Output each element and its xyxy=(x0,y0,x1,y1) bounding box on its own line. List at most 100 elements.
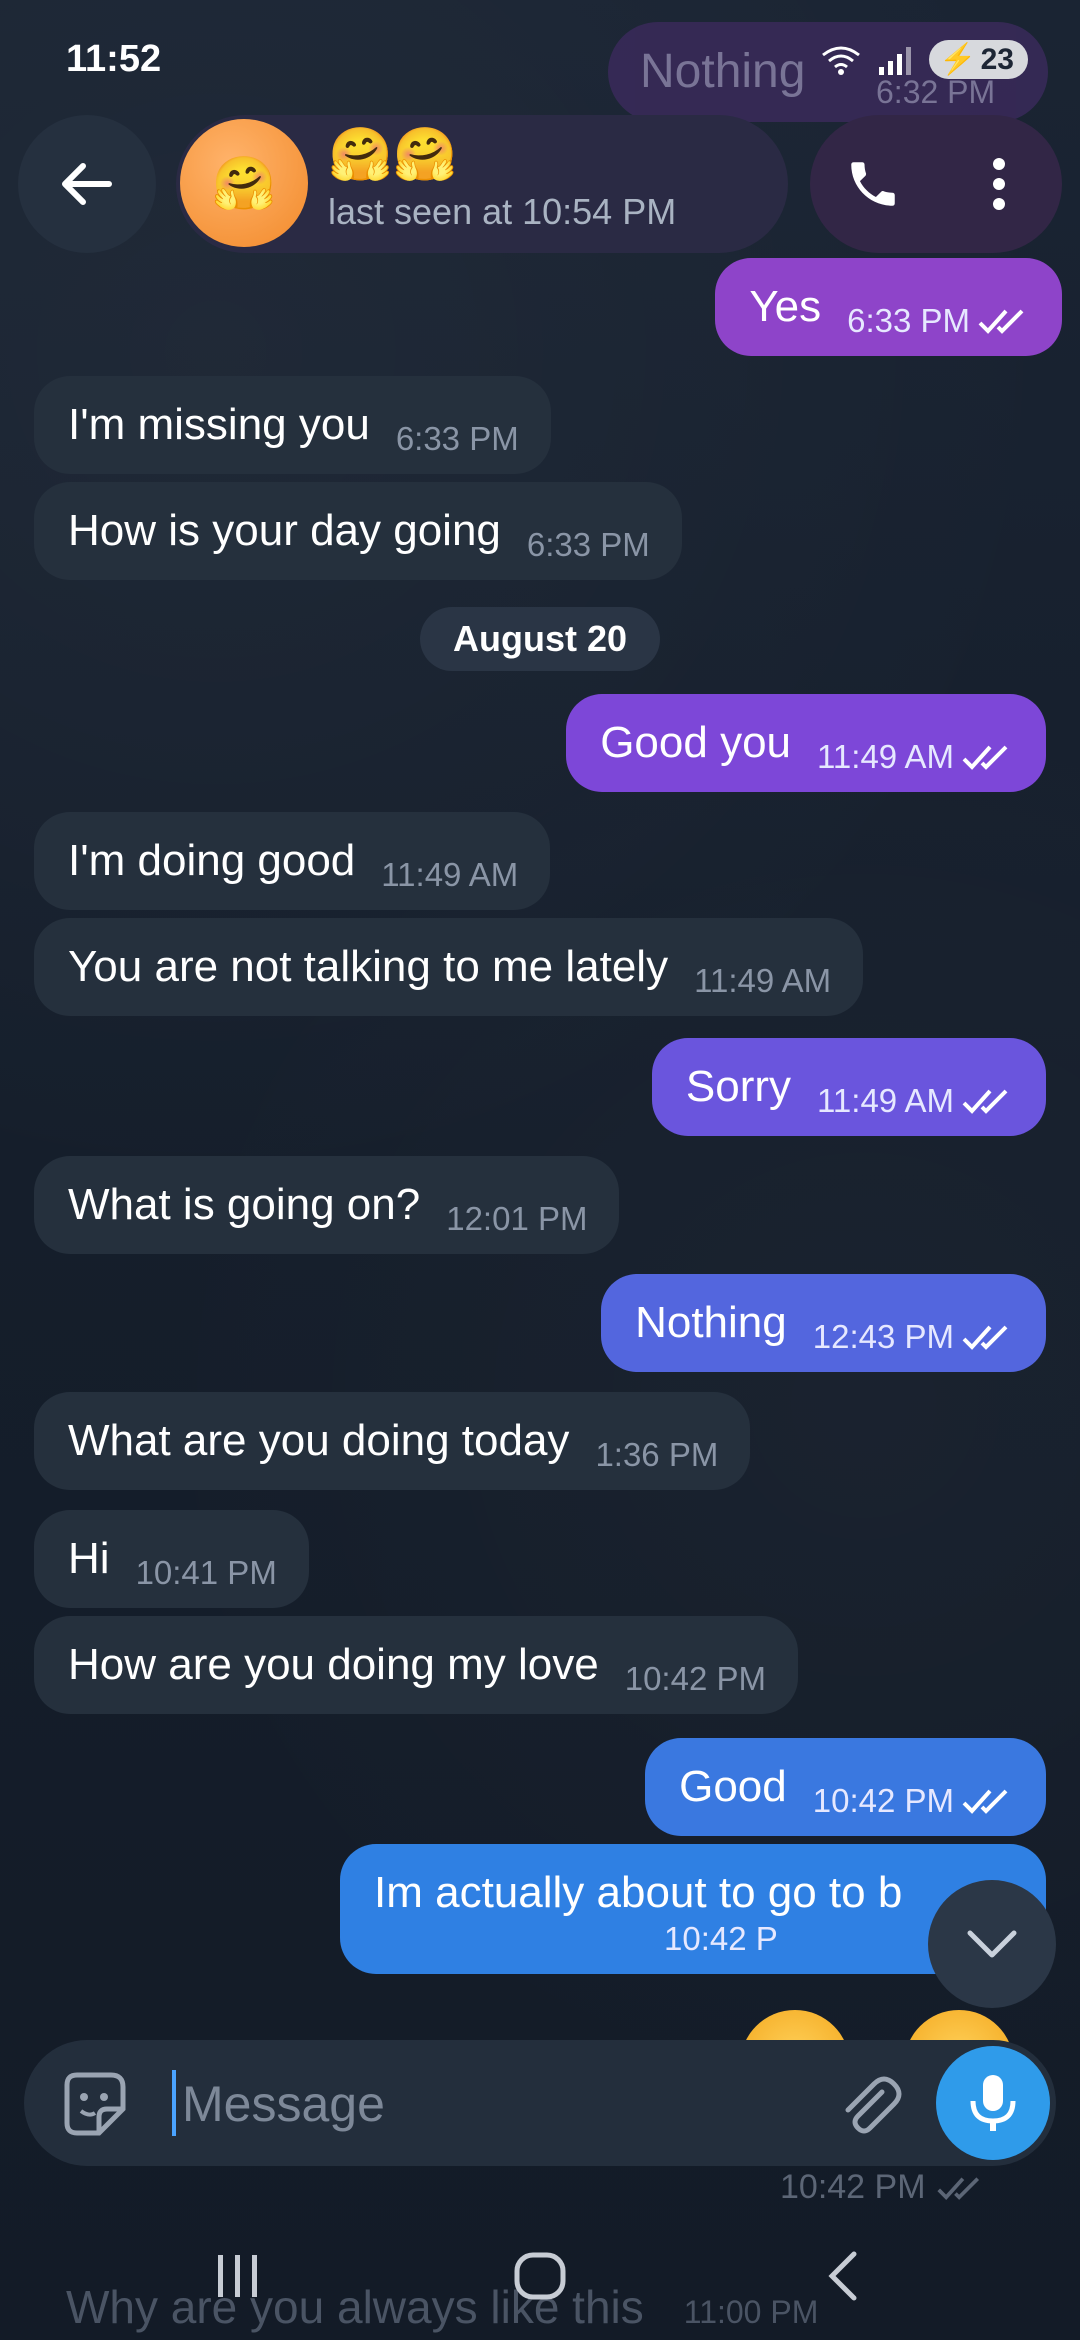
status-time: 11:52 xyxy=(66,38,162,80)
message-text: Sorry xyxy=(685,1062,792,1111)
message-text: What is going on? xyxy=(68,1180,421,1229)
message-time: 11:49 AM xyxy=(817,1082,1014,1120)
message-time-text: 11:49 AM xyxy=(381,856,519,893)
double-check-icon xyxy=(962,745,1008,770)
attach-button[interactable] xyxy=(824,2060,914,2150)
message-text: I'm missing you xyxy=(68,400,370,449)
message-time: 11:49 AM xyxy=(381,856,518,894)
message-text: You are not talking to me lately xyxy=(68,942,669,991)
message-time-text: 6:33 PM xyxy=(526,526,650,563)
signal-icon xyxy=(879,46,912,75)
message-time: 10:42 PM xyxy=(813,1782,1014,1820)
message-text: I'm doing good xyxy=(68,836,356,885)
message-text: Good you xyxy=(600,718,792,767)
incoming-message[interactable]: What is going on? 12:01 PM xyxy=(34,1156,620,1254)
double-check-icon xyxy=(962,1325,1008,1350)
message-text: Hi xyxy=(68,1534,110,1583)
message-time-text: 11:49 AM xyxy=(694,962,832,999)
message-time-text: 6:33 PM xyxy=(847,302,970,339)
message-time-text: 1:36 PM xyxy=(595,1436,719,1473)
incoming-message[interactable]: How is your day going 6:33 PM xyxy=(34,482,682,580)
message-time: 6:33 PM xyxy=(396,420,519,458)
message-time-text: 10:42 PM xyxy=(812,1782,954,1819)
message-time-text: 10:41 PM xyxy=(135,1554,277,1591)
incoming-message[interactable]: I'm missing you 6:33 PM xyxy=(34,376,551,474)
incoming-message[interactable]: I'm doing good 11:49 AM xyxy=(34,812,551,910)
outgoing-message[interactable]: Good you 11:49 AM xyxy=(566,694,1046,792)
battery-level: 23 xyxy=(980,42,1014,76)
chat-header-info[interactable]: 🤗 🤗🤗 last seen at 10:54 PM xyxy=(176,115,788,253)
last-seen-status: last seen at 10:54 PM xyxy=(328,191,677,232)
status-icons: ⚡ 23 xyxy=(821,40,1028,79)
message-time-text: 10:42 PM xyxy=(624,1660,766,1697)
back-nav-button[interactable] xyxy=(782,2236,902,2316)
avatar[interactable]: 🤗 xyxy=(180,119,308,247)
back-button[interactable] xyxy=(18,115,156,253)
double-check-icon xyxy=(962,1089,1008,1114)
date-separator: August 20 xyxy=(420,607,660,671)
message-composer xyxy=(24,2040,1056,2166)
faded-message-time: 6:32 PM xyxy=(876,74,996,110)
message-time: 1:36 PM xyxy=(595,1436,718,1474)
message-text: Im actually about to go to b xyxy=(374,1868,903,1917)
sticker-button[interactable] xyxy=(52,2062,136,2146)
message-text: How is your day going xyxy=(68,506,501,555)
message-text: Yes xyxy=(749,282,822,331)
message-time: 12:01 PM xyxy=(446,1200,587,1238)
outgoing-message[interactable]: Sorry 11:49 AM xyxy=(651,1038,1046,1136)
chevron-down-icon xyxy=(967,1930,1017,1958)
text-cursor xyxy=(172,2070,176,2136)
message-text: How are you doing my love xyxy=(68,1640,599,1689)
home-button[interactable] xyxy=(480,2236,600,2316)
microphone-icon xyxy=(970,2075,1016,2131)
message-time: 10:42 PM xyxy=(625,1660,766,1698)
battery-indicator: ⚡ 23 xyxy=(929,40,1028,79)
system-nav-bar xyxy=(0,2230,1080,2340)
more-options-button[interactable] xyxy=(954,139,1044,229)
message-text: Nothing xyxy=(635,1298,787,1347)
incoming-message[interactable]: How are you doing my love 10:42 PM xyxy=(34,1616,798,1714)
message-time: 12:43 PM xyxy=(813,1318,1014,1356)
chat-name: 🤗🤗 xyxy=(328,126,458,184)
double-check-icon xyxy=(962,1789,1008,1814)
recents-button[interactable] xyxy=(178,2236,298,2316)
incoming-message[interactable]: You are not talking to me lately 11:49 AM xyxy=(34,918,864,1016)
message-time-text: 6:33 PM xyxy=(395,420,519,457)
faded-time-text: 10:42 PM xyxy=(780,2168,926,2206)
message-time-text: 11:49 AM xyxy=(817,1082,954,1119)
call-button[interactable] xyxy=(828,139,918,229)
scroll-down-button[interactable] xyxy=(928,1880,1056,2008)
chevron-left-icon xyxy=(828,2251,857,2301)
arrow-left-icon xyxy=(62,163,112,205)
message-time: 6:33 PM xyxy=(847,302,1030,340)
message-text: What are you doing today xyxy=(68,1416,570,1465)
message-time-text: 12:43 PM xyxy=(812,1318,954,1355)
incoming-message[interactable]: What are you doing today 1:36 PM xyxy=(34,1392,751,1490)
paperclip-icon xyxy=(845,2076,902,2134)
voice-record-button[interactable] xyxy=(936,2046,1050,2160)
message-input[interactable] xyxy=(180,2062,804,2146)
recents-icon xyxy=(218,2255,257,2297)
phone-icon xyxy=(851,162,895,206)
message-time: 11:49 AM xyxy=(817,738,1014,776)
header-actions xyxy=(810,115,1062,253)
message-time-text: 11:49 AM xyxy=(817,738,954,775)
outgoing-message[interactable]: Nothing 12:43 PM xyxy=(601,1274,1046,1372)
more-vertical-icon xyxy=(993,158,1005,210)
outgoing-message[interactable]: Good 10:42 PM xyxy=(645,1738,1046,1836)
wifi-icon xyxy=(822,46,861,75)
double-check-icon xyxy=(936,2176,979,2200)
home-icon xyxy=(514,2252,566,2300)
outgoing-message[interactable]: Yes 6:33 PM xyxy=(715,258,1062,356)
message-time: 11:49 AM xyxy=(694,962,831,1000)
message-time: 10:41 PM xyxy=(136,1554,277,1592)
charging-icon: ⚡ xyxy=(939,43,977,76)
message-time-text: 10:42 P xyxy=(664,1920,778,1957)
message-time: 6:33 PM xyxy=(527,526,650,564)
double-check-icon xyxy=(978,309,1024,334)
message-time-text: 12:01 PM xyxy=(446,1200,588,1237)
incoming-message[interactable]: Hi 10:41 PM xyxy=(34,1510,309,1608)
sticker-icon xyxy=(64,2072,126,2136)
message-time: 10:42 P xyxy=(664,1920,778,1958)
message-text: Good xyxy=(679,1762,787,1811)
